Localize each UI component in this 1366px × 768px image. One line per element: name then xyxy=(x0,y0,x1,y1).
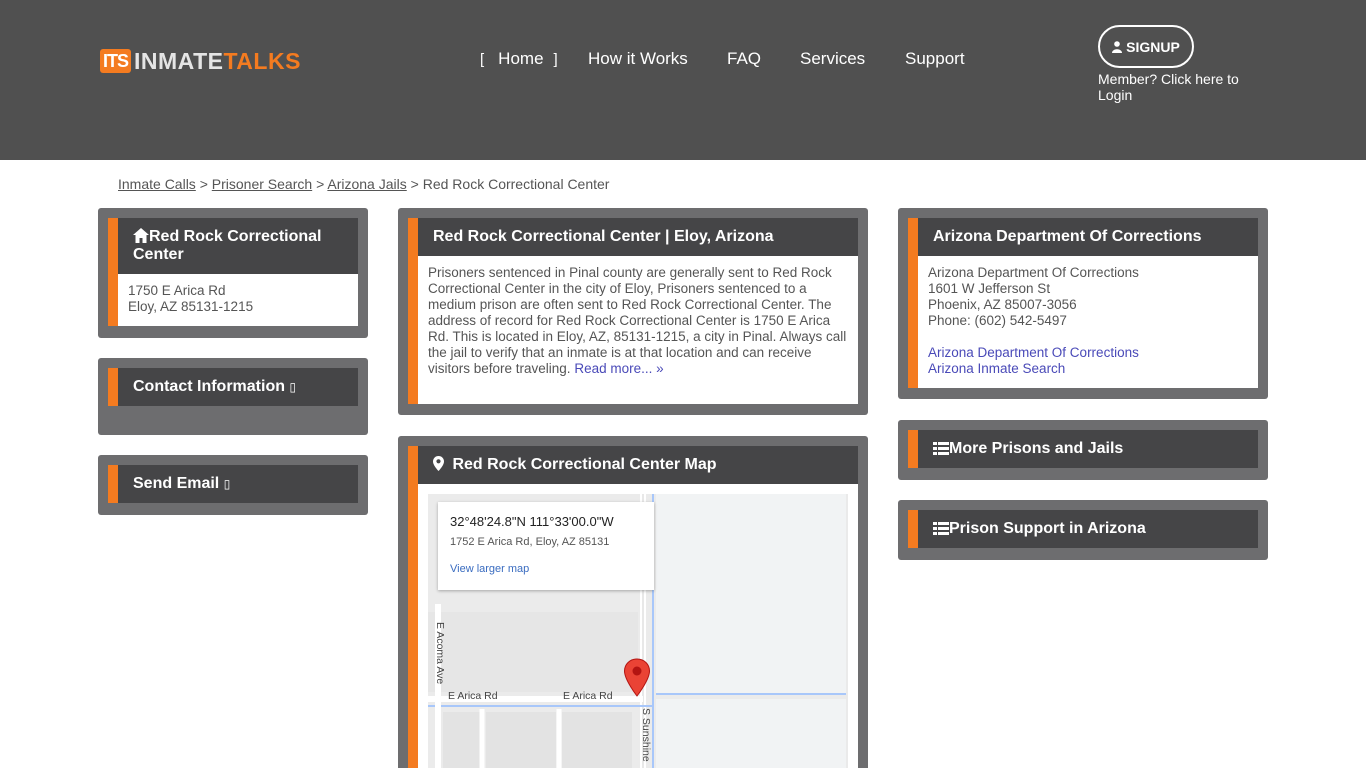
description-panel: Red Rock Correctional Center | Eloy, Ari… xyxy=(398,208,868,415)
nav-bracket-right: ] xyxy=(553,50,558,68)
breadcrumb-separator: > xyxy=(410,176,419,192)
prison-support-title: Prison Support in Arizona xyxy=(949,520,1146,537)
site-logo[interactable]: ITS INMATE TALKS xyxy=(100,48,301,74)
list-icon xyxy=(933,522,949,535)
main-nav: [ Home ] How it Works FAQ Services Suppo… xyxy=(480,49,965,69)
doc-panel: Arizona Department Of Corrections Arizon… xyxy=(898,208,1268,399)
breadcrumb-inmate-calls[interactable]: Inmate Calls xyxy=(118,176,196,192)
contact-panel[interactable]: Contact Information ▯ xyxy=(98,358,368,435)
map-panel: Red Rock Correctional Center Map 32°48'2… xyxy=(398,436,868,768)
facility-panel: Red Rock Correctional Center 1750 E Aric… xyxy=(98,208,368,338)
view-larger-map-link[interactable]: View larger map xyxy=(450,563,642,575)
breadcrumb-separator: > xyxy=(316,176,325,192)
login-link[interactable]: Member? Click here to Login xyxy=(1098,71,1258,103)
breadcrumb-prisoner-search[interactable]: Prisoner Search xyxy=(212,176,312,192)
breadcrumb: Inmate Calls > Prisoner Search > Arizona… xyxy=(118,176,609,192)
logo-badge: ITS xyxy=(100,49,132,73)
signup-button[interactable]: SIGNUP xyxy=(1098,25,1194,68)
map-panel-header: Red Rock Correctional Center Map xyxy=(418,446,858,484)
facility-title: Red Rock Correctional Center xyxy=(133,228,322,263)
breadcrumb-current: Red Rock Correctional Center xyxy=(422,176,610,192)
map-address: 1752 E Arica Rd, Eloy, AZ 85131 xyxy=(450,536,610,548)
description-title: Red Rock Correctional Center | Eloy, Ari… xyxy=(433,228,774,245)
map-pin-icon[interactable] xyxy=(623,658,651,698)
doc-title: Arizona Department Of Corrections xyxy=(933,228,1202,245)
logo-text-talks: TALKS xyxy=(223,47,301,74)
map-title: Red Rock Correctional Center Map xyxy=(452,456,717,473)
email-title: Send Email xyxy=(133,475,220,492)
prison-support-header[interactable]: Prison Support in Arizona xyxy=(918,510,1258,548)
breadcrumb-arizona-jails[interactable]: Arizona Jails xyxy=(327,176,406,192)
email-panel-inner: Send Email ▯ xyxy=(108,465,358,503)
doc-body: Arizona Department Of Corrections 1601 W… xyxy=(918,256,1258,388)
doc-street: 1601 W Jefferson St xyxy=(928,281,1051,296)
doc-website-link[interactable]: Arizona Department Of Corrections xyxy=(928,345,1139,360)
read-more-link[interactable]: Read more... » xyxy=(574,361,663,376)
nav-how-it-works-link[interactable]: How it Works xyxy=(588,49,688,69)
embedded-map[interactable]: 32°48'24.8"N 111°33'00.0"W 1752 E Arica … xyxy=(428,494,848,768)
contact-title: Contact Information xyxy=(133,378,285,395)
description-text: Prisoners sentenced in Pinal county are … xyxy=(428,265,847,376)
nav-faq-link[interactable]: FAQ xyxy=(727,49,761,69)
map-info-card: 32°48'24.8"N 111°33'00.0"W 1752 E Arica … xyxy=(438,502,654,590)
description-panel-header: Red Rock Correctional Center | Eloy, Ari… xyxy=(418,218,858,256)
email-glyph-icon: ▯ xyxy=(223,477,231,491)
doc-city: Phoenix, AZ 85007-3056 xyxy=(928,297,1077,312)
road-label-acoma: E Acoma Ave xyxy=(434,622,446,685)
more-prisons-panel[interactable]: More Prisons and Jails xyxy=(898,420,1268,480)
road-label-arica-2: E Arica Rd xyxy=(563,690,613,702)
home-icon xyxy=(133,228,149,243)
user-icon xyxy=(1112,40,1123,53)
road-label-sunshine: S Sunshine xyxy=(640,708,652,762)
contact-panel-header[interactable]: Contact Information ▯ xyxy=(118,368,358,406)
more-prisons-title: More Prisons and Jails xyxy=(949,440,1124,457)
map-marker-icon xyxy=(433,456,444,471)
signup-label: SIGNUP xyxy=(1126,38,1180,55)
logo-text-inmate: INMATE xyxy=(134,47,224,74)
contact-glyph-icon: ▯ xyxy=(289,380,297,394)
more-prisons-panel-inner: More Prisons and Jails xyxy=(908,430,1258,468)
map-wrapper: 32°48'24.8"N 111°33'00.0"W 1752 E Arica … xyxy=(418,484,858,768)
nav-bracket-left: [ xyxy=(480,50,485,68)
nav-support-link[interactable]: Support xyxy=(905,49,965,69)
doc-name: Arizona Department Of Corrections xyxy=(928,265,1139,280)
breadcrumb-separator: > xyxy=(199,176,208,192)
doc-panel-header: Arizona Department Of Corrections xyxy=(918,218,1258,256)
nav-services-link[interactable]: Services xyxy=(800,49,865,69)
email-panel[interactable]: Send Email ▯ xyxy=(98,455,368,515)
facility-address-line1: 1750 E Arica Rd xyxy=(128,283,226,298)
facility-panel-header: Red Rock Correctional Center xyxy=(118,218,358,274)
doc-spacer xyxy=(928,329,1248,345)
contact-panel-inner: Contact Information ▯ xyxy=(108,368,358,406)
facility-address: 1750 E Arica Rd Eloy, AZ 85131-1215 xyxy=(118,274,358,326)
site-header: ITS INMATE TALKS [ Home ] How it Works F… xyxy=(0,0,1366,160)
description-body: Prisoners sentenced in Pinal county are … xyxy=(418,256,858,404)
inmate-search-link[interactable]: Arizona Inmate Search xyxy=(928,361,1065,376)
more-prisons-header[interactable]: More Prisons and Jails xyxy=(918,430,1258,468)
list-icon xyxy=(933,442,949,455)
doc-phone: Phone: (602) 542-5497 xyxy=(928,313,1067,328)
prison-support-panel[interactable]: Prison Support in Arizona xyxy=(898,500,1268,560)
prison-support-panel-inner: Prison Support in Arizona xyxy=(908,510,1258,548)
doc-panel-inner: Arizona Department Of Corrections Arizon… xyxy=(908,218,1258,388)
facility-address-line2: Eloy, AZ 85131-1215 xyxy=(128,299,254,314)
map-panel-inner: Red Rock Correctional Center Map 32°48'2… xyxy=(408,446,858,768)
nav-home-link[interactable]: Home xyxy=(498,49,543,69)
description-panel-inner: Red Rock Correctional Center | Eloy, Ari… xyxy=(408,218,858,404)
road-label-arica-1: E Arica Rd xyxy=(448,690,498,702)
map-coordinates: 32°48'24.8"N 111°33'00.0"W xyxy=(450,514,614,529)
email-panel-header[interactable]: Send Email ▯ xyxy=(118,465,358,503)
facility-panel-inner: Red Rock Correctional Center 1750 E Aric… xyxy=(108,218,358,326)
